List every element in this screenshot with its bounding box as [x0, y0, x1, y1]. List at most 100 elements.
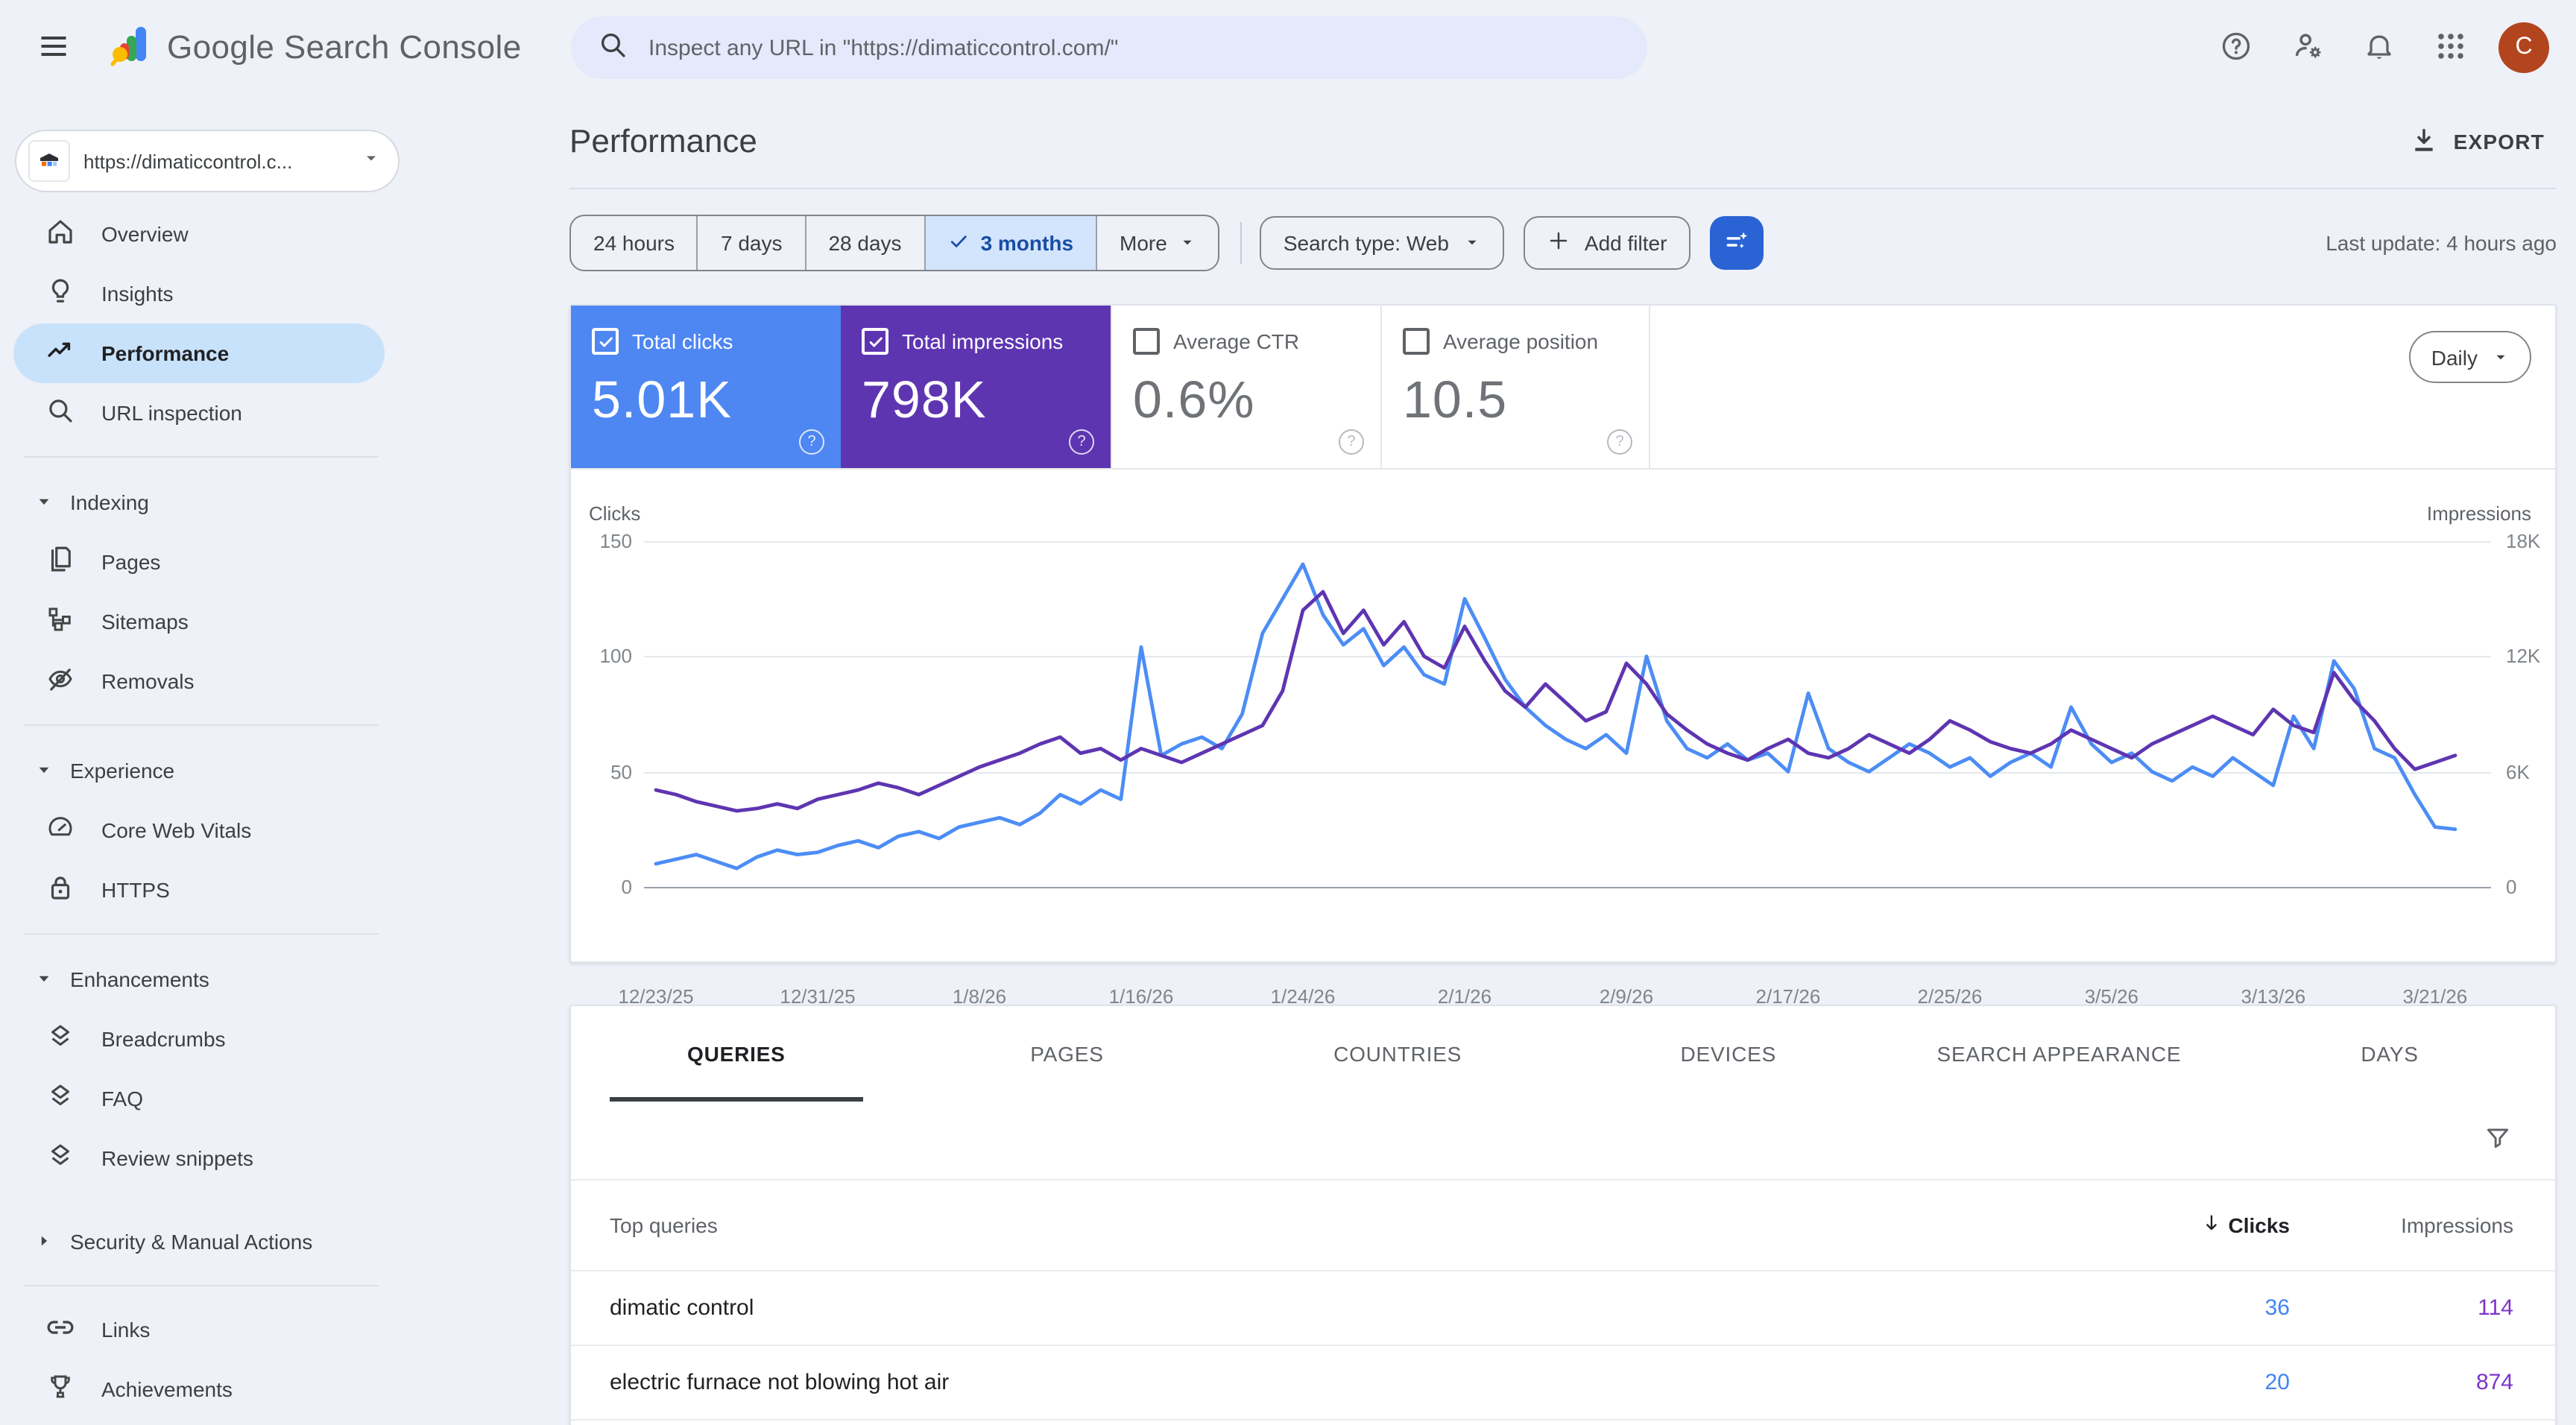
sidebar-item-label: Removals	[101, 669, 195, 693]
axis-tick: 0	[622, 876, 632, 898]
metric-card-total-impressions[interactable]: Total impressions 798K ?	[841, 306, 1111, 468]
sidebar-item-https[interactable]: HTTPS	[13, 860, 385, 920]
granularity-label: Daily	[2431, 345, 2478, 369]
tab-devices[interactable]: DEVICES	[1563, 1006, 1894, 1102]
range-label: 28 days	[828, 231, 901, 255]
sidebar-section-security[interactable]: Security & Manual Actions	[0, 1212, 402, 1271]
left-axis-ticks: 150 100 50 0	[571, 541, 632, 887]
metric-card-average-ctr[interactable]: Average CTR 0.6% ?	[1111, 306, 1380, 468]
link-icon	[45, 1312, 76, 1347]
date-range-group: 24 hours 7 days 28 days 3 months More	[569, 215, 1219, 271]
help-icon[interactable]: ?	[1339, 429, 1364, 455]
home-icon	[45, 216, 76, 252]
search-type-button[interactable]: Search type: Web	[1260, 216, 1504, 270]
pages-icon	[45, 544, 76, 580]
table-filter-button[interactable]	[2472, 1115, 2522, 1166]
granularity-dropdown[interactable]: Daily	[2409, 331, 2531, 383]
tab-countries[interactable]: COUNTRIES	[1232, 1006, 1563, 1102]
dimensions-panel: QUERIES PAGES COUNTRIES DEVICES SEARCH A…	[569, 1005, 2557, 1425]
sidebar-item-sitemaps[interactable]: Sitemaps	[13, 592, 385, 651]
checkbox-unchecked-icon[interactable]	[1403, 328, 1430, 355]
range-28-days[interactable]: 28 days	[806, 216, 925, 270]
sidebar-item-settings[interactable]: Settings	[13, 1419, 385, 1425]
metric-header: Average position	[1403, 328, 1628, 355]
topbar-actions: C	[2206, 0, 2561, 95]
lightbulb-icon	[45, 276, 76, 312]
magnifier-icon	[45, 395, 76, 431]
sidebar-item-performance[interactable]: Performance	[13, 323, 385, 383]
column-header-impressions[interactable]: Impressions	[2290, 1213, 2513, 1237]
google-apps-button[interactable]	[2421, 18, 2481, 78]
chart: Clicks Impressions 150 100 50 0 18K 12K …	[571, 470, 2555, 961]
tab-pages[interactable]: PAGES	[902, 1006, 1233, 1102]
range-7-days[interactable]: 7 days	[698, 216, 806, 270]
checkbox-checked-icon[interactable]	[592, 328, 619, 355]
metric-header: Total impressions	[862, 328, 1090, 355]
table-row[interactable]: dimatic control 36 114	[571, 1271, 2555, 1346]
checkbox-checked-icon[interactable]	[862, 328, 888, 355]
help-icon[interactable]: ?	[1607, 429, 1632, 455]
metric-value: 10.5	[1403, 371, 1628, 431]
range-24-hours[interactable]: 24 hours	[571, 216, 698, 270]
sidebar-item-links[interactable]: Links	[13, 1300, 385, 1359]
range-label: 3 months	[981, 231, 1073, 255]
table-row[interactable]: electric furnace not blowing hot air 20 …	[571, 1346, 2555, 1421]
sidebar-item-breadcrumbs[interactable]: Breadcrumbs	[13, 1009, 385, 1069]
metric-card-average-position[interactable]: Average position 10.5 ?	[1380, 306, 1650, 468]
sidebar-item-label: URL inspection	[101, 401, 242, 425]
sidebar-item-pages[interactable]: Pages	[13, 532, 385, 592]
manage-users-button[interactable]	[2278, 18, 2337, 78]
account-avatar[interactable]: C	[2498, 22, 2549, 73]
range-3-months[interactable]: 3 months	[926, 216, 1097, 270]
add-filter-button[interactable]: Add filter	[1524, 216, 1691, 270]
sidebar-item-review-snippets[interactable]: Review snippets	[13, 1128, 385, 1188]
tab-search-appearance[interactable]: SEARCH APPEARANCE	[1894, 1006, 2225, 1102]
range-label: More	[1120, 231, 1167, 255]
menu-button[interactable]	[21, 15, 86, 80]
sidebar-item-label: Core Web Vitals	[101, 818, 251, 842]
metric-label: Total impressions	[902, 329, 1063, 353]
tab-days[interactable]: DAYS	[2224, 1006, 2555, 1102]
sidebar-item-label: Overview	[101, 222, 189, 246]
clicks-cell: 36	[2111, 1295, 2290, 1321]
query-cell[interactable]: electric furnace not blowing hot air	[610, 1370, 2111, 1395]
metric-card-total-clicks[interactable]: Total clicks 5.01K ?	[571, 306, 841, 468]
caret-down-icon	[36, 967, 52, 991]
left-axis-title: Clicks	[589, 502, 640, 525]
sidebar-item-faq[interactable]: FAQ	[13, 1069, 385, 1128]
sidebar-item-achievements[interactable]: Achievements	[13, 1359, 385, 1419]
sidebar-item-label: Sitemaps	[101, 610, 189, 633]
property-url: https://dimaticcontrol.c...	[83, 150, 362, 172]
checkbox-unchecked-icon[interactable]	[1133, 328, 1160, 355]
query-cell[interactable]: dimatic control	[610, 1295, 2111, 1321]
filter-row: 24 hours 7 days 28 days 3 months More Se…	[569, 216, 2557, 270]
impressions-cell: 874	[2290, 1370, 2513, 1395]
sidebar-section-indexing[interactable]: Indexing	[0, 473, 402, 532]
url-inspection-searchbar[interactable]	[571, 16, 1647, 79]
sidebar-item-url-inspection[interactable]: URL inspection	[13, 383, 385, 443]
help-button[interactable]	[2206, 18, 2266, 78]
column-header-clicks[interactable]: Clicks	[2111, 1212, 2290, 1239]
caret-down-icon	[1179, 231, 1196, 255]
sidebar-item-core-web-vitals[interactable]: Core Web Vitals	[13, 800, 385, 860]
help-icon[interactable]: ?	[1069, 429, 1094, 455]
property-selector[interactable]: https://dimaticcontrol.c...	[15, 130, 400, 192]
tab-queries[interactable]: QUERIES	[571, 1006, 902, 1102]
dimension-tabs: QUERIES PAGES COUNTRIES DEVICES SEARCH A…	[571, 1006, 2555, 1102]
sidebar-item-insights[interactable]: Insights	[13, 264, 385, 323]
range-more[interactable]: More	[1097, 216, 1218, 270]
export-button[interactable]: EXPORT	[2397, 116, 2557, 168]
sidebar-item-overview[interactable]: Overview	[13, 204, 385, 264]
sidebar-item-removals[interactable]: Removals	[13, 651, 385, 711]
help-icon[interactable]: ?	[799, 429, 824, 455]
sidebar: https://dimaticcontrol.c... Overview Ins…	[0, 95, 402, 1425]
smart-filter-button[interactable]	[1710, 216, 1764, 270]
sidebar-section-enhancements[interactable]: Enhancements	[0, 950, 402, 1009]
sidebar-item-label: Breadcrumbs	[101, 1027, 226, 1051]
axis-tick: 0	[2506, 876, 2516, 898]
sidebar-section-experience[interactable]: Experience	[0, 741, 402, 800]
url-inspection-input[interactable]	[645, 34, 1620, 62]
x-tick: 12/31/25	[780, 985, 855, 1008]
notifications-button[interactable]	[2349, 18, 2409, 78]
sidebar-divider	[24, 456, 379, 458]
